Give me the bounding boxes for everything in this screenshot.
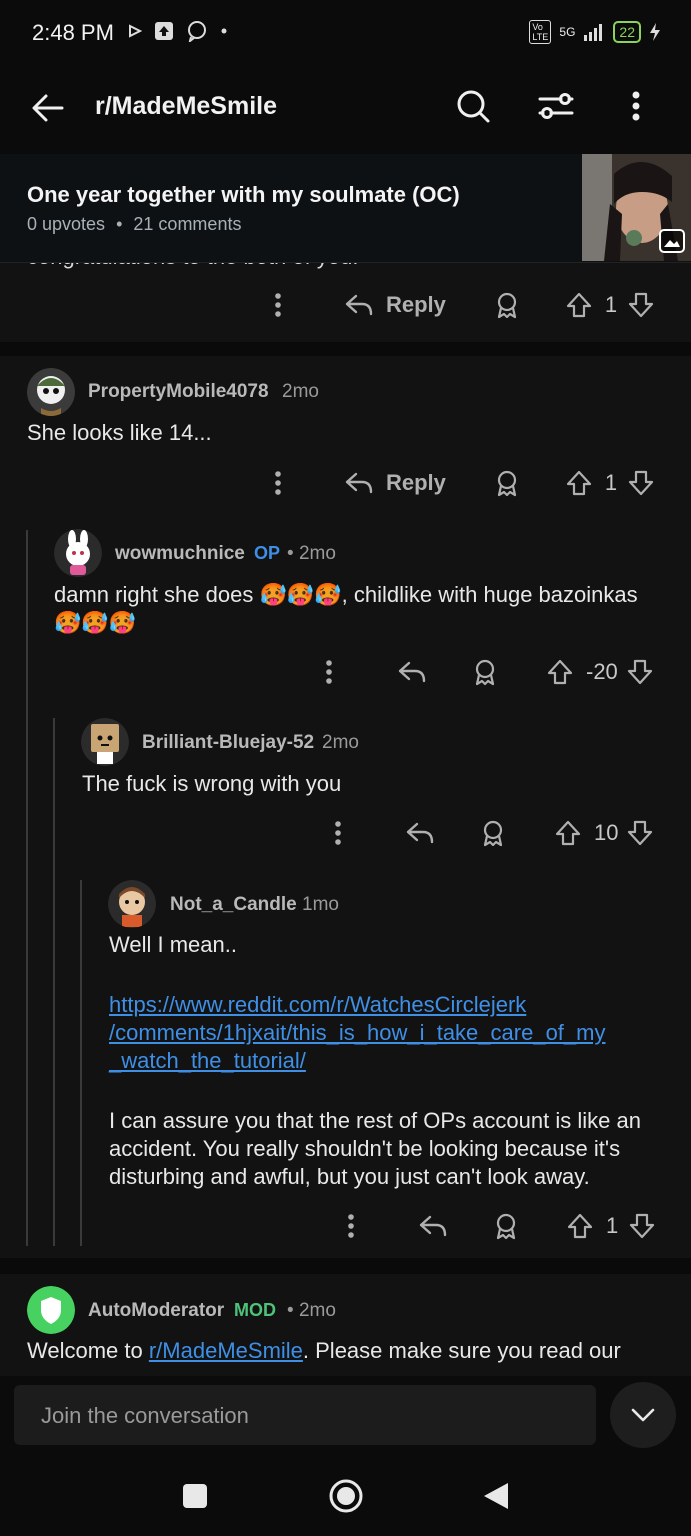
upvote-icon[interactable] [565,469,593,497]
downvote-icon[interactable] [626,658,654,686]
post-thumbnail[interactable] [582,154,691,261]
avatar[interactable] [81,718,129,766]
comment-body: She looks like 14... [27,420,212,445]
status-bar: 2:48 PM Vo LTE 5G 22 [0,0,691,70]
award-icon[interactable] [493,291,521,319]
comment-age: 2mo [298,1300,336,1321]
downvote-icon[interactable] [626,819,654,847]
comment-username[interactable]: AutoModerator [88,1300,224,1322]
volte-icon: Vo LTE [529,20,552,44]
comment-age: 2mo [298,543,336,564]
thread-line[interactable] [26,530,28,1246]
vote-count: -20 [586,659,618,684]
battery-indicator: 22 [613,21,641,43]
reply-button[interactable]: Reply [386,292,446,318]
search-icon[interactable] [455,88,491,124]
signal-icon [584,24,603,41]
comment-actions: 1 [343,1211,656,1241]
comment-username[interactable]: Brilliant-Bluejay-52 [142,732,314,754]
downvote-icon[interactable] [627,469,655,497]
upvote-icon[interactable] [565,291,593,319]
reply-icon[interactable] [344,292,374,318]
comment-body: Well I mean.. [109,932,237,957]
hot-face-emoji: 🥵🥵🥵 [54,610,137,635]
back-arrow-icon[interactable] [30,90,66,126]
more-vert-icon[interactable] [343,1211,359,1241]
comment-age: 2mo [322,732,359,753]
vote-count: 1 [604,470,618,495]
comment-body: The fuck is wrong with you [82,771,342,796]
image-icon [659,229,685,253]
op-flair: OP [254,543,281,563]
mod-flair: MOD [234,1300,276,1320]
subreddit-title[interactable]: r/MadeMeSmile [95,92,277,121]
comment-input-placeholder: Join the conversation [41,1403,249,1428]
thread-line[interactable] [80,880,82,1246]
reply-icon[interactable] [397,659,427,685]
comment-card-automod [0,1274,691,1384]
post-title[interactable]: One year together with my soulmate (OC) [27,182,460,208]
home-icon[interactable] [328,1478,364,1514]
comment-username[interactable]: PropertyMobile4078 [88,381,269,403]
comment-body: damn right she does 🥵🥵🥵, childlike with … [54,582,638,635]
vote-count: 1 [606,1213,619,1238]
dot-icon [221,28,227,34]
viber-icon [188,21,206,42]
award-icon[interactable] [493,469,521,497]
more-vert-icon[interactable] [330,818,346,848]
more-vert-icon[interactable] [270,468,286,498]
network-label: 5G [559,25,576,39]
post-comment-count: 21 comments [133,214,242,234]
avatar[interactable] [27,368,75,416]
more-vert-icon[interactable] [270,290,286,320]
comment-age: 2mo [282,381,319,402]
vote-count: 10 [594,820,619,845]
comment-link[interactable]: https://www.reddit.com/r/WatchesCircleje… [109,991,669,1075]
upload-icon [155,22,173,40]
post-meta: 0 upvotes • 21 comments [27,214,242,234]
subreddit-link[interactable]: r/MadeMeSmile [149,1338,303,1363]
comment-body: I can assure you that the rest of OPs ac… [109,1108,641,1189]
charging-icon [650,23,660,41]
avatar[interactable] [54,529,102,577]
more-vert-icon[interactable] [321,657,337,687]
comment-actions: 10 [330,818,654,848]
comment-actions: -20 [321,657,654,687]
avatar[interactable] [108,880,156,928]
comment-body: Welcome to r/MadeMeSmile. Please make su… [27,1338,621,1363]
chevron-down-icon [631,1408,655,1422]
collapse-button[interactable] [610,1382,676,1448]
award-icon[interactable] [492,1212,520,1240]
hot-face-emoji: 🥵🥵🥵 [259,582,342,607]
upvote-icon[interactable] [566,1212,594,1240]
avatar[interactable] [27,1286,75,1334]
back-nav-icon[interactable] [482,1481,510,1511]
recents-icon[interactable] [182,1483,208,1509]
reply-button[interactable]: Reply [386,470,446,496]
comment-actions: Reply 1 [270,468,655,498]
reply-icon[interactable] [418,1213,448,1239]
award-icon[interactable] [479,819,507,847]
filter-icon[interactable] [537,88,575,124]
status-time: 2:48 PM [32,20,114,45]
award-icon[interactable] [471,658,499,686]
upvote-icon[interactable] [554,819,582,847]
comment-actions: Reply 1 [270,290,655,320]
downvote-icon[interactable] [627,291,655,319]
thread-line[interactable] [53,718,55,1246]
more-vert-icon[interactable] [628,88,644,124]
comment-age: 1mo [302,894,339,915]
play-icon [129,24,142,38]
upvote-icon[interactable] [546,658,574,686]
comment-username[interactable]: wowmuchnice [115,543,245,565]
reply-icon[interactable] [405,820,435,846]
comment-username[interactable]: Not_a_Candle [170,894,297,916]
post-upvotes: 0 upvotes [27,214,106,234]
downvote-icon[interactable] [628,1212,656,1240]
vote-count: 1 [604,292,618,317]
reply-icon[interactable] [344,470,374,496]
